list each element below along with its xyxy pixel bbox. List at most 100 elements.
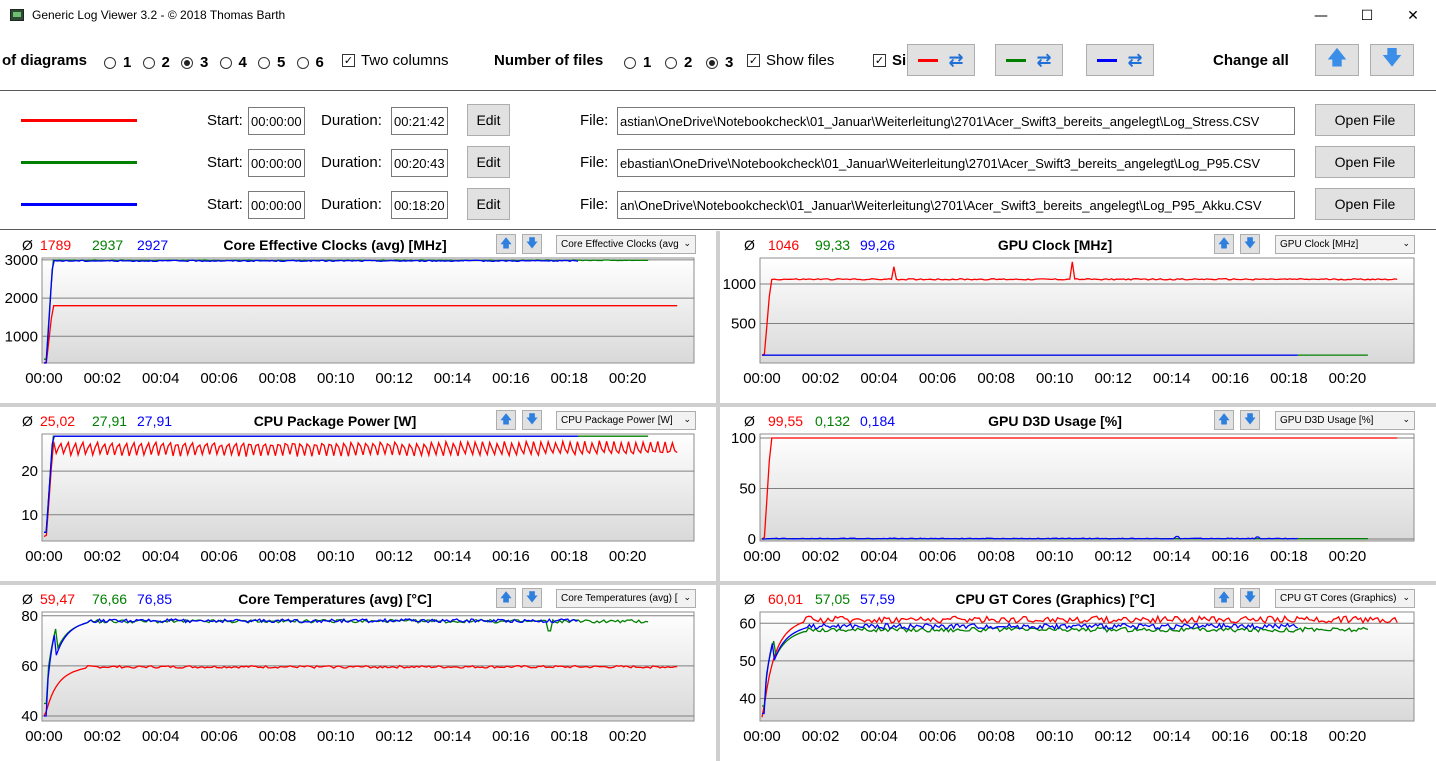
x-tick-label: 00:04 xyxy=(860,728,898,745)
x-tick-label: 00:18 xyxy=(550,548,588,565)
x-tick-label: 00:12 xyxy=(1094,548,1132,565)
refresh-icon: ⇄ xyxy=(948,49,964,71)
diagram-count-radio-1[interactable]: 1 xyxy=(104,54,131,71)
duration-field[interactable]: 00:18:20 xyxy=(391,191,448,219)
plot-area xyxy=(41,433,695,542)
file-path-field[interactable]: astian\OneDrive\Notebookcheck\01_Januar\… xyxy=(617,107,1295,135)
y-tick-label: 0 xyxy=(748,531,756,548)
file-path-field[interactable]: an\OneDrive\Notebookcheck\01_Januar\Weit… xyxy=(617,191,1295,219)
close-button[interactable]: ✕ xyxy=(1390,0,1436,32)
column-splitter[interactable] xyxy=(716,231,720,761)
diagram-count-radio-2[interactable]: 2 xyxy=(142,54,170,71)
file-count-radio-3[interactable]: 3 xyxy=(706,54,733,71)
x-tick-label: 00:04 xyxy=(860,548,898,565)
file-label: File: xyxy=(580,196,609,213)
edit-button[interactable]: Edit xyxy=(467,146,510,178)
checkbox-box[interactable]: ✓ xyxy=(747,54,760,67)
x-tick-label: 00:18 xyxy=(550,370,588,387)
file-row: Start: 00:00:00 Duration: 00:18:20 Edit … xyxy=(0,188,1436,222)
radio-circle[interactable] xyxy=(706,56,718,69)
start-field[interactable]: 00:00:00 xyxy=(248,107,305,135)
checkbox-box[interactable]: ✓ xyxy=(342,54,355,67)
x-tick-label: 00:18 xyxy=(1270,728,1308,745)
diagrams-label: of diagrams xyxy=(2,52,88,69)
swap-red-button[interactable]: ⇄ xyxy=(907,44,975,76)
y-tick-label: 3000 xyxy=(5,252,38,269)
x-tick-label: 00:20 xyxy=(1329,728,1367,745)
show-files-checkbox[interactable]: ✓ Show files xyxy=(747,52,834,69)
start-field[interactable]: 00:00:00 xyxy=(248,149,305,177)
x-tick-label: 00:06 xyxy=(919,370,957,387)
diagram-count-radio-6[interactable]: 6 xyxy=(296,54,324,71)
x-tick-label: 00:16 xyxy=(1212,548,1250,565)
plot-area xyxy=(759,257,1415,364)
line-chart: 1000 2000 3000 00:00 00:02 00:04 00:06 00:08 00:… xyxy=(5,252,695,387)
y-tick-label: 1000 xyxy=(723,276,756,293)
minimize-button[interactable]: — xyxy=(1298,0,1344,32)
diagram-count-radio-4[interactable]: 4 xyxy=(219,54,247,71)
files-label: Number of files xyxy=(494,52,604,69)
file-path-field[interactable]: ebastian\OneDrive\Notebookcheck\01_Janua… xyxy=(617,149,1295,177)
file-row: Start: 00:00:00 Duration: 00:20:43 Edit … xyxy=(0,146,1436,180)
radio-circle[interactable] xyxy=(104,56,116,69)
radio-circle[interactable] xyxy=(219,56,232,69)
radio-circle[interactable] xyxy=(142,56,155,69)
start-label: Start: xyxy=(207,196,243,213)
radio-circle[interactable] xyxy=(258,56,270,69)
duration-field[interactable]: 00:21:42 xyxy=(391,107,448,135)
radio-circle[interactable] xyxy=(296,56,309,69)
x-tick-label: 00:04 xyxy=(142,370,180,387)
radio-circle[interactable] xyxy=(624,56,636,69)
y-tick-label: 80 xyxy=(21,608,38,625)
swap-green-button[interactable]: ⇄ xyxy=(995,44,1063,76)
diagram-count-radio-5[interactable]: 5 xyxy=(258,54,285,71)
file-label: File: xyxy=(580,154,609,171)
maximize-button[interactable]: ☐ xyxy=(1344,0,1390,32)
y-tick-label: 100 xyxy=(731,430,756,447)
app-icon xyxy=(10,9,24,21)
x-tick-label: 00:10 xyxy=(1036,548,1074,565)
open-file-button[interactable]: Open File xyxy=(1315,104,1415,136)
x-tick-label: 00:10 xyxy=(1036,728,1074,745)
diagram-panel: Ø 59,47 76,66 76,85 Core Temperatures (a… xyxy=(0,585,716,761)
radio-label: 5 xyxy=(277,54,286,71)
radio-label: 2 xyxy=(161,54,170,71)
duration-label: Duration: xyxy=(321,196,382,213)
open-file-button[interactable]: Open File xyxy=(1315,146,1415,178)
line-chart: 0 50 100 00:00 00:02 00:04 00:06 00:08 00:10 00:1… xyxy=(731,430,1415,565)
line-chart: 10 20 00:00 00:02 00:04 00:06 00:08 00:10 00:12 0… xyxy=(21,433,695,565)
x-tick-label: 00:06 xyxy=(200,548,238,565)
diagram-count-radio-3[interactable]: 3 xyxy=(181,54,208,71)
x-tick-label: 00:10 xyxy=(1036,370,1074,387)
edit-button[interactable]: Edit xyxy=(467,188,510,220)
si-checkbox[interactable]: ✓ Si xyxy=(873,52,907,69)
x-tick-label: 00:02 xyxy=(84,728,122,745)
open-file-button[interactable]: Open File xyxy=(1315,188,1415,220)
start-label: Start: xyxy=(207,154,243,171)
y-tick-label: 50 xyxy=(739,653,756,670)
x-tick-label: 00:00 xyxy=(25,728,63,745)
change-all-down-button[interactable]: 🡇 xyxy=(1370,44,1414,76)
y-tick-label: 2000 xyxy=(5,290,38,307)
change-all-up-button[interactable]: 🡅 xyxy=(1315,44,1359,76)
x-tick-label: 00:14 xyxy=(1153,548,1191,565)
x-tick-label: 00:06 xyxy=(200,728,238,745)
radio-circle[interactable] xyxy=(181,56,193,69)
series-color-line xyxy=(21,119,137,122)
radio-circle[interactable] xyxy=(665,56,677,69)
two-columns-checkbox[interactable]: ✓ Two columns xyxy=(342,52,449,69)
checkbox-box[interactable]: ✓ xyxy=(873,54,886,67)
radio-label: 4 xyxy=(238,54,247,71)
duration-field[interactable]: 00:20:43 xyxy=(391,149,448,177)
y-tick-label: 20 xyxy=(21,463,38,480)
y-tick-label: 40 xyxy=(21,708,38,725)
swap-blue-button[interactable]: ⇄ xyxy=(1086,44,1154,76)
file-count-radio-1[interactable]: 1 xyxy=(624,54,651,71)
edit-button[interactable]: Edit xyxy=(467,104,510,136)
title-bar: Generic Log Viewer 3.2 - © 2018 Thomas B… xyxy=(0,0,1436,32)
file-count-radio-2[interactable]: 2 xyxy=(665,54,692,71)
x-tick-label: 00:12 xyxy=(1094,370,1132,387)
x-tick-label: 00:16 xyxy=(1212,728,1250,745)
start-field[interactable]: 00:00:00 xyxy=(248,191,305,219)
blue-line-icon xyxy=(1097,58,1118,62)
